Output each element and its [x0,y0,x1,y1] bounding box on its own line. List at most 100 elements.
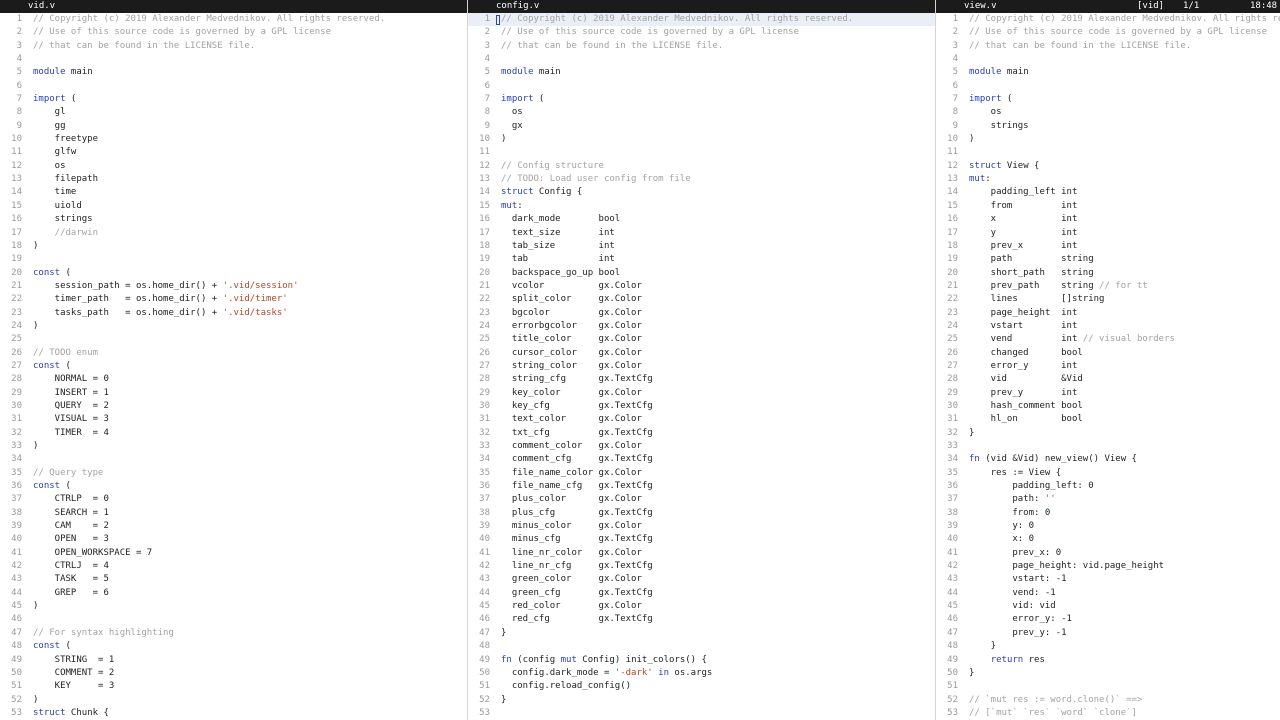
code-line[interactable]: 45) [0,600,467,613]
code-line[interactable]: 5 module main [936,66,1280,79]
code-line[interactable]: 21 vcolor gx.Color [468,280,936,293]
code-line[interactable]: 8 os [936,106,1280,119]
code-line[interactable]: 42 page_height: vid.page_height [936,560,1280,573]
code-line[interactable]: 4 [936,53,1280,66]
code-line[interactable]: 17 y int [936,227,1280,240]
code-line[interactable]: 20 short_path string [936,267,1280,280]
code-line[interactable]: 45 vid: vid [936,600,1280,613]
code-line[interactable]: 15 from int [936,200,1280,213]
code-line[interactable]: 48 const ( [0,640,467,653]
code-line[interactable]: 25 vend int // visual borders [936,333,1280,346]
code-line[interactable]: 39 y: 0 [936,520,1280,533]
code-line[interactable]: 26 changed bool [936,347,1280,360]
code-line[interactable]: 52} [468,694,936,707]
code-line[interactable]: 37 path: '' [936,493,1280,506]
code-line[interactable]: 46 [0,613,467,626]
code-line[interactable]: 28 NORMAL = 0 [0,373,467,386]
code-line[interactable]: 48 [468,640,936,653]
code-line[interactable]: 38 plus_cfg gx.TextCfg [468,507,936,520]
code-line[interactable]: 29 INSERT = 1 [0,387,467,400]
code-line[interactable]: 18 tab_size int [468,240,936,253]
code-line[interactable]: 53 struct Chunk { [0,707,467,720]
code-line[interactable]: 44 green_cfg gx.TextCfg [468,587,936,600]
code-line[interactable]: 36 padding_left: 0 [936,480,1280,493]
code-line[interactable]: 1 // Copyright (c) 2019 Alexander Medvedn… [468,13,936,27]
code-line[interactable]: 21 prev_path string // for tt [936,280,1280,293]
code-line[interactable]: 52 // `mut res := word.clone()` ==> [936,694,1280,707]
code-line[interactable]: 50} [936,667,1280,680]
code-line[interactable]: 16 dark_mode bool [468,213,936,226]
code-line[interactable]: 19 tab int [468,253,936,266]
code-line[interactable]: 51 [936,680,1280,693]
code-line[interactable]: 1 // Copyright (c) 2019 Alexander Medvedn… [0,13,467,26]
code-line[interactable]: 36 file_name_cfg gx.TextCfg [468,480,936,493]
code-line[interactable]: 16 strings [0,213,467,226]
code-line[interactable]: 43 TASK = 5 [0,573,467,586]
editor-pane-config[interactable]: config.v 1 // Copyright (c) 2019 Alexande… [467,0,936,720]
code-line[interactable]: 3 // that can be found in the LICENSE fil… [468,40,936,53]
code-line[interactable]: 5 module main [0,66,467,79]
code-line[interactable]: 19 path string [936,253,1280,266]
code-line[interactable]: 1 // Copyright (c) 2019 Alexander Medvedn… [936,13,1280,26]
code-line[interactable]: 25 [0,333,467,346]
code-line[interactable]: 48 } [936,640,1280,653]
code-line[interactable]: 20 const ( [0,267,467,280]
code-line[interactable]: 31 hl_on bool [936,413,1280,426]
code-line[interactable]: 8 os [468,106,936,119]
code-line[interactable]: 23 page_height int [936,307,1280,320]
code-line[interactable]: 40 x: 0 [936,533,1280,546]
code-line[interactable]: 34 comment_cfg gx.TextCfg [468,453,936,466]
code-line[interactable]: 23 bgcolor gx.Color [468,307,936,320]
code-line[interactable]: 41 OPEN_WORKSPACE = 7 [0,547,467,560]
code-line[interactable]: 3 // that can be found in the LICENSE fil… [0,40,467,53]
code-line[interactable]: 3 // that can be found in the LICENSE fil… [936,40,1280,53]
code-line[interactable]: 13 // TODO: Load user config from file [468,173,936,186]
code-line[interactable]: 18) [0,240,467,253]
code-line[interactable]: 46 red_cfg gx.TextCfg [468,613,936,626]
code-area[interactable]: 1 // Copyright (c) 2019 Alexander Medvedn… [0,13,467,720]
code-line[interactable]: 22 lines []string [936,293,1280,306]
code-line[interactable]: 15 mut: [468,200,936,213]
code-line[interactable]: 28 string_cfg gx.TextCfg [468,373,936,386]
code-line[interactable]: 12 struct View { [936,160,1280,173]
code-line[interactable]: 30 QUERY = 2 [0,400,467,413]
code-line[interactable]: 26 // TODO enum [0,347,467,360]
code-line[interactable]: 27 string_color gx.Color [468,360,936,373]
code-line[interactable]: 9 strings [936,120,1280,133]
code-line[interactable]: 27 error_y int [936,360,1280,373]
code-line[interactable]: 2 // Use of this source code is governed … [936,26,1280,39]
code-line[interactable]: 21 session_path = os.home_dir() + '.vid/… [0,280,467,293]
code-line[interactable]: 43 green_color gx.Color [468,573,936,586]
code-line[interactable]: 10) [936,133,1280,146]
code-line[interactable]: 51 KEY = 3 [0,680,467,693]
code-line[interactable]: 49 STRING = 1 [0,654,467,667]
code-line[interactable]: 13 filepath [0,173,467,186]
code-line[interactable]: 7 import ( [468,93,936,106]
code-line[interactable]: 26 cursor_color gx.Color [468,347,936,360]
code-line[interactable]: 29 prev_y int [936,387,1280,400]
code-line[interactable]: 35 // Query type [0,467,467,480]
code-line[interactable]: 33 comment_color gx.Color [468,440,936,453]
code-line[interactable]: 27 const ( [0,360,467,373]
code-line[interactable]: 36 const ( [0,480,467,493]
code-line[interactable]: 53 [468,707,936,720]
code-line[interactable]: 14 padding_left int [936,186,1280,199]
code-line[interactable]: 38 from: 0 [936,507,1280,520]
code-line[interactable]: 7 import ( [936,93,1280,106]
code-line[interactable]: 52) [0,694,467,707]
code-line[interactable]: 10) [468,133,936,146]
code-line[interactable]: 7 import ( [0,93,467,106]
code-line[interactable]: 14 time [0,186,467,199]
code-line[interactable]: 30 key_cfg gx.TextCfg [468,400,936,413]
code-line[interactable]: 40 OPEN = 3 [0,533,467,546]
code-line[interactable]: 24) [0,320,467,333]
code-line[interactable]: 51 config.reload_config() [468,680,936,693]
code-line[interactable]: 25 title_color gx.Color [468,333,936,346]
editor-pane-view[interactable]: view.v [vid] 1/1 18:48 1// Copyright (c)… [935,0,1280,720]
code-line[interactable]: 23 tasks_path = os.home_dir() + '.vid/ta… [0,307,467,320]
code-line[interactable]: 42 line_nr_cfg gx.TextCfg [468,560,936,573]
code-line[interactable]: 22 split_color gx.Color [468,293,936,306]
code-line[interactable]: 6 [0,80,467,93]
code-line[interactable]: 31 VISUAL = 3 [0,413,467,426]
code-line[interactable]: 49 return res [936,654,1280,667]
